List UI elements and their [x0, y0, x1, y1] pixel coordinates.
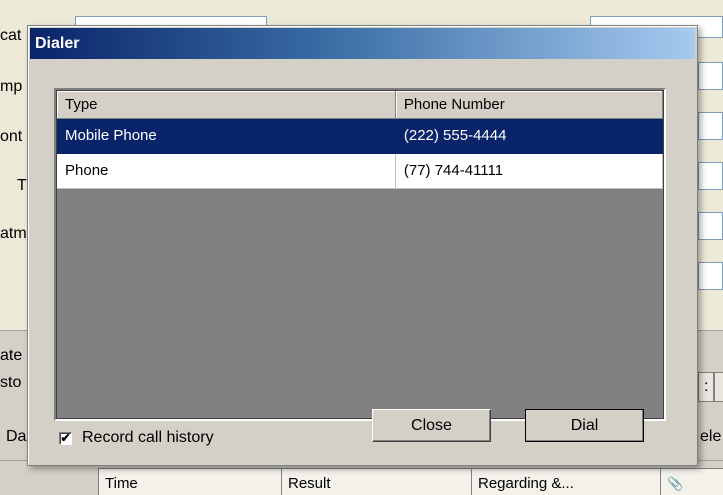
- cell-type: Mobile Phone: [57, 119, 396, 154]
- dial-button[interactable]: Dial: [525, 409, 644, 442]
- background-column-header: Time: [98, 468, 281, 495]
- record-call-history-label: Record call history: [82, 429, 214, 446]
- record-call-history-option[interactable]: ✔ Record call history: [59, 429, 214, 447]
- column-header-phone-number[interactable]: Phone Number: [395, 91, 663, 119]
- background-tab-fragment: :: [704, 378, 709, 395]
- background-label-fragment: T: [17, 177, 27, 194]
- cell-type: Phone: [57, 154, 396, 189]
- dialog-title-bar[interactable]: Dialer: [30, 28, 695, 59]
- background-label-fragment: mp: [0, 78, 23, 95]
- background-label-fragment: ont: [0, 128, 23, 145]
- dialer-dialog: Dialer Type Phone Number Mobile Phone (2…: [27, 25, 698, 466]
- grid-header: Type Phone Number: [57, 91, 663, 119]
- background-label-fragment: sto: [0, 374, 22, 391]
- column-header-type[interactable]: Type: [57, 91, 396, 119]
- background-field: [698, 212, 723, 240]
- background-tab: [714, 372, 723, 402]
- background-column-header: Regarding &...: [471, 468, 660, 495]
- background-attachment-column: 📎: [660, 468, 723, 495]
- phone-number-grid[interactable]: Type Phone Number Mobile Phone (222) 555…: [54, 88, 666, 421]
- background-label-fragment: cat: [0, 27, 22, 44]
- background-field: [698, 262, 723, 290]
- background-field: [698, 62, 723, 90]
- cell-phone-number: (222) 555-4444: [395, 119, 663, 154]
- close-button[interactable]: Close: [372, 409, 491, 442]
- background-field: [698, 112, 723, 140]
- background-label-fragment: atm: [0, 225, 27, 242]
- grid-row[interactable]: Phone (77) 744-41111: [57, 154, 663, 189]
- record-call-history-checkbox[interactable]: ✔: [59, 431, 72, 445]
- paperclip-icon: 📎: [667, 476, 684, 491]
- background-tab-fragment: ele: [700, 428, 722, 445]
- background-tab-fragment: Da: [6, 428, 27, 445]
- grid-row[interactable]: Mobile Phone (222) 555-4444: [57, 119, 663, 154]
- background-field: [698, 162, 723, 190]
- background-column-header: Result: [281, 468, 471, 495]
- dialog-title: Dialer: [35, 34, 80, 52]
- grid-body: Type Phone Number Mobile Phone (222) 555…: [56, 90, 664, 419]
- cell-phone-number: (77) 744-41111: [395, 154, 663, 189]
- background-label-fragment: ate: [0, 347, 23, 364]
